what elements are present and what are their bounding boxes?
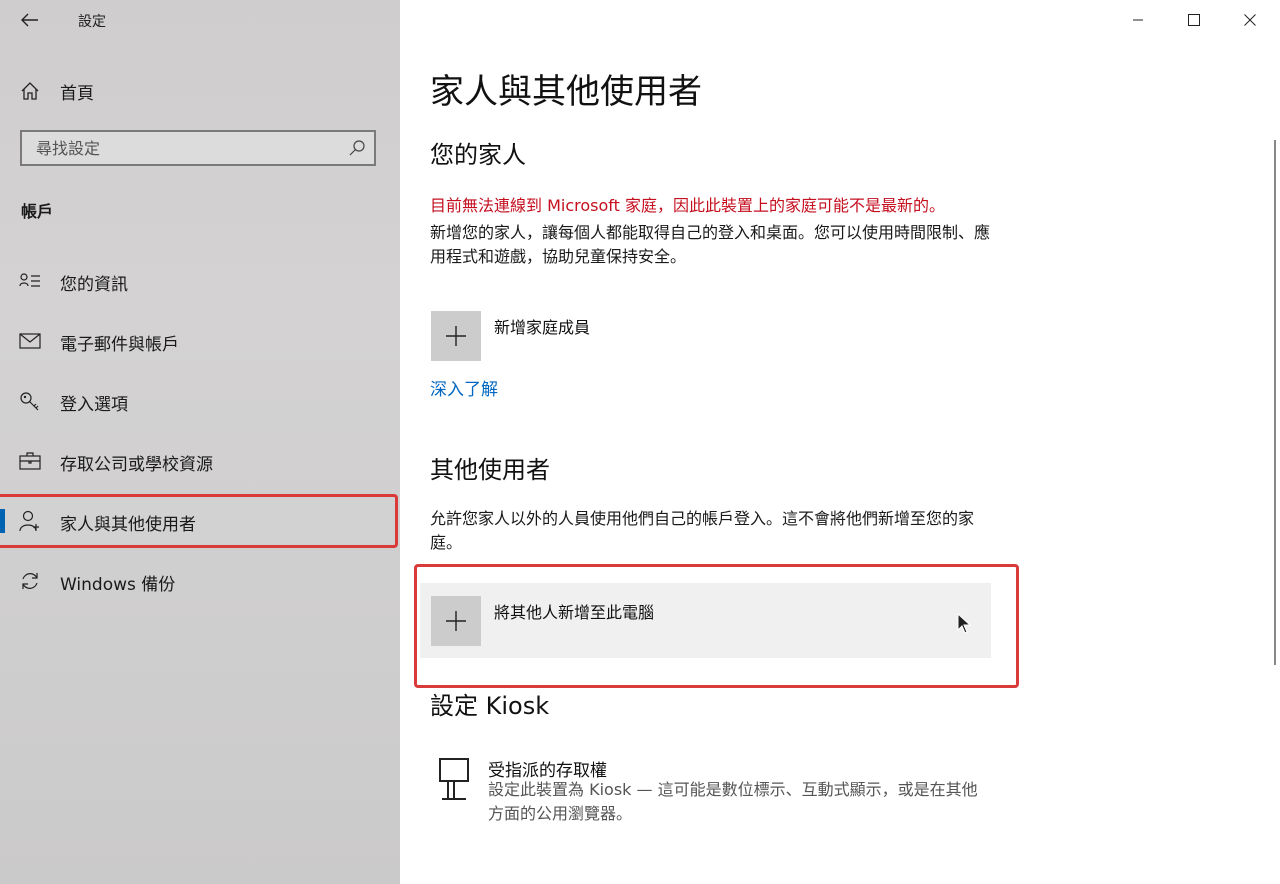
maximize-button[interactable] [1166, 0, 1222, 40]
family-error-message: 目前無法連線到 Microsoft 家庭，因此此裝置上的家庭可能不是最新的。 [430, 196, 945, 215]
search-box[interactable] [20, 130, 376, 166]
kiosk-icon [439, 758, 469, 800]
sidebar-item-label: 存取公司或學校資源 [60, 455, 213, 475]
minimize-icon [1133, 19, 1143, 21]
selection-indicator [0, 509, 5, 533]
search-input[interactable] [22, 132, 360, 164]
add-family-member-button[interactable] [431, 311, 481, 361]
section-header: 帳戶 [21, 202, 54, 221]
scrollbar[interactable] [1274, 140, 1276, 665]
sidebar-item-label: 電子郵件與帳戶 [60, 335, 179, 355]
home-icon [19, 80, 41, 102]
sidebar-item-label: 登入選項 [60, 395, 128, 415]
sidebar-item-label: 您的資訊 [60, 275, 128, 295]
sidebar-item-your-info[interactable]: 您的資訊 [0, 258, 400, 304]
assigned-access-description: 設定此裝置為 Kiosk — 這可能是數位標示、互動式顯示，或是在其他方面的公用… [488, 780, 978, 823]
close-icon [1244, 14, 1256, 26]
mouse-cursor-icon [957, 613, 972, 634]
maximize-icon [1188, 14, 1200, 26]
person-list-icon [19, 270, 41, 292]
plus-icon [446, 326, 466, 346]
sidebar-item-family-other-users[interactable]: 家人與其他使用者 [0, 498, 400, 544]
close-button[interactable] [1222, 0, 1278, 40]
home-nav-item[interactable]: 首頁 [0, 70, 400, 112]
family-description: 新增您的家人，讓每個人都能取得自己的登入和桌面。您可以使用時間限制、應用程式和遊… [430, 223, 991, 266]
sidebar-item-label: 家人與其他使用者 [60, 515, 196, 535]
sidebar-item-windows-backup[interactable]: Windows 備份 [0, 558, 400, 604]
sidebar-item-email-accounts[interactable]: 電子郵件與帳戶 [0, 318, 400, 364]
add-family-member-label[interactable]: 新增家庭成員 [494, 314, 590, 338]
page-title: 家人與其他使用者 [430, 72, 702, 112]
kiosk-heading: 設定 Kiosk [430, 692, 550, 720]
sidebar-item-work-school[interactable]: 存取公司或學校資源 [0, 438, 400, 484]
sidebar: 設定 首頁 帳戶 您的資訊 [0, 0, 400, 884]
plus-icon [446, 611, 466, 631]
mail-icon [19, 330, 41, 352]
minimize-button[interactable] [1110, 0, 1166, 40]
person-icon [19, 510, 41, 532]
search-icon[interactable] [348, 139, 366, 157]
key-icon [19, 390, 41, 412]
family-heading: 您的家人 [430, 141, 526, 169]
other-users-description: 允許您家人以外的人員使用他們自己的帳戶登入。這不會將他們新增至您的家庭。 [430, 509, 975, 552]
home-label: 首頁 [60, 84, 94, 104]
other-users-heading: 其他使用者 [430, 456, 550, 484]
sidebar-item-label: Windows 備份 [60, 575, 176, 595]
back-arrow-icon [21, 13, 38, 27]
sidebar-item-sign-in-options[interactable]: 登入選項 [0, 378, 400, 424]
briefcase-icon [19, 450, 41, 472]
learn-more-link[interactable]: 深入了解 [430, 375, 498, 400]
app-title: 設定 [78, 14, 106, 30]
back-button[interactable] [18, 8, 42, 32]
add-other-user-label[interactable]: 將其他人新增至此電腦 [494, 599, 654, 623]
add-other-user-button[interactable] [431, 596, 481, 646]
sync-icon [19, 570, 41, 592]
